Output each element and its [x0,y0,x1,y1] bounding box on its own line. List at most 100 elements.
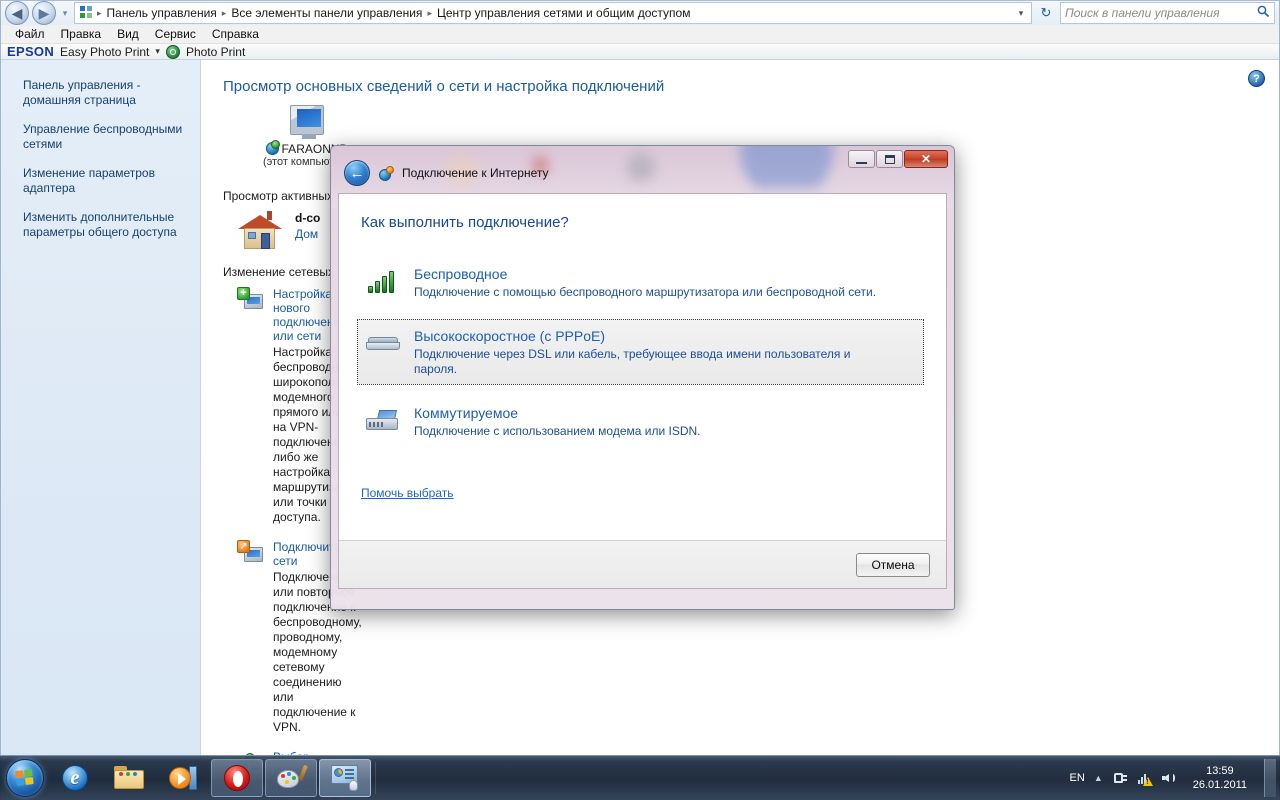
taskbar-button-internet-explorer[interactable] [49,759,101,797]
wireless-signal-icon [366,265,400,297]
menu-view[interactable]: Вид [109,25,147,43]
dialup-modem-icon [366,404,400,436]
connection-option-wireless-title: Беспроводное [414,266,508,282]
dialog-back-button[interactable]: ← [344,160,370,186]
navigation-sidebar: Панель управления - домашняя страница Уп… [1,60,201,800]
breadcrumb-item-2[interactable]: Центр управления сетями и общим доступом [435,6,693,20]
connection-option-broadband-desc: Подключение через DSL или кабель, требую… [414,347,851,376]
start-button[interactable] [3,758,47,798]
breadcrumb: ▸ Панель управления ▸ Все элементы панел… [97,6,692,20]
windows-flag-icon [15,768,35,787]
breadcrumb-item-1[interactable]: Все элементы панели управления [229,6,424,20]
volume-icon[interactable] [1161,770,1178,786]
dialog-question: Как выполнить подключение? [361,214,569,231]
show-hidden-icons-arrow-icon[interactable]: ▲ [1094,773,1103,783]
active-network-type-link[interactable]: Дом [295,227,320,241]
system-tray: EN ▲ 13:59 26.01.2011 [1070,759,1280,797]
screen: ✕ ◀ ▶ ▾ ▸ Панель управления [0,0,1280,800]
taskbar-divider [375,762,376,794]
photo-print-icon [165,44,180,59]
window-titlebar: ✕ [1,0,1279,1]
setup-new-connection-icon: + [237,287,263,311]
titlebar-glass-blur [61,0,1119,1]
taskbar-button-network-and-sharing-center[interactable] [319,759,371,797]
address-bar[interactable]: ▸ Панель управления ▸ Все элементы панел… [74,2,1032,24]
taskbar-button-paint[interactable] [265,759,317,797]
dialog-close-button[interactable]: ✕ [904,150,948,168]
address-bar-row: ◀ ▶ ▾ ▸ Панель управления ▸ Все элементы… [1,1,1279,25]
cancel-button[interactable]: Отмена [856,552,930,577]
paint-icon [277,764,308,791]
breadcrumb-separator: ▸ [427,7,432,18]
breadcrumb-item-0[interactable]: Панель управления [105,6,219,20]
help-icon[interactable]: ? [1248,70,1265,87]
help-me-choose-link[interactable]: Помочь выбрать [361,486,454,500]
dialog-window-controls: ✕ [847,150,948,168]
menu-tools[interactable]: Сервис [147,25,204,43]
opera-icon [224,765,250,791]
breadcrumb-separator: ▸ [221,7,227,18]
search-placeholder: Поиск в панели управления [1065,6,1220,20]
back-button[interactable]: ◀ [5,1,29,25]
windows-start-orb-icon [6,759,44,797]
dialog-minimize-button[interactable] [848,150,875,168]
chevron-down-icon[interactable]: ▾ [155,46,160,57]
sidebar-item-change-advanced-sharing[interactable]: Изменить дополнительные параметры общего… [23,210,186,240]
connection-option-wireless-desc: Подключение с помощью беспроводного марш… [414,285,877,299]
menu-edit[interactable]: Правка [53,25,110,43]
connect-to-network-icon: ↗ [237,540,263,564]
connection-option-dialup-title: Коммутируемое [414,405,519,421]
easy-photo-print-button[interactable]: Easy Photo Print [60,45,149,59]
safely-remove-hardware-icon[interactable] [1112,770,1128,786]
refresh-button[interactable]: ↻ [1035,2,1057,24]
internet-connection-icon [378,165,394,181]
recent-pages-dropdown-icon[interactable]: ▾ [59,8,71,19]
clock-time: 13:59 [1206,765,1234,777]
connection-option-dialup[interactable]: Коммутируемое Подключение с использовани… [357,396,924,447]
search-icon [1257,5,1270,21]
network-globe-icon [265,140,280,155]
dialog-maximize-button[interactable] [876,150,903,168]
sidebar-item-control-panel-home[interactable]: Панель управления - домашняя страница [23,78,186,108]
home-network-icon [237,211,283,251]
connection-option-broadband-title: Высокоскоростное (с PPPoE) [414,328,606,344]
address-dropdown-icon[interactable]: ▾ [1013,8,1029,19]
breadcrumb-separator: ▸ [97,7,102,18]
active-network-name: d-co [295,211,321,225]
photo-print-button[interactable]: Photo Print [186,45,245,59]
language-indicator[interactable]: EN [1070,772,1085,784]
media-player-icon [169,765,197,791]
connection-option-dialup-desc: Подключение с использованием модема или … [414,424,701,438]
dialog-body: Как выполнить подключение? Беспроводное … [339,194,946,540]
taskbar-button-windows-media-player[interactable] [157,759,209,797]
forward-button[interactable]: ▶ [32,1,56,25]
folder-icon [114,766,144,790]
menu-bar: Файл Правка Вид Сервис Справка [1,25,1279,44]
taskbar-button-windows-explorer[interactable] [103,759,155,797]
sidebar-item-manage-wireless-networks[interactable]: Управление беспроводными сетями [23,122,186,152]
menu-help[interactable]: Справка [204,25,267,43]
clock-date: 26.01.2011 [1192,779,1247,791]
control-panel-window-icon [330,765,360,791]
page-title: Просмотр основных сведений о сети и наст… [223,78,665,95]
dialog-panel: Как выполнить подключение? Беспроводное … [338,193,947,589]
connection-option-wireless[interactable]: Беспроводное Подключение с помощью беспр… [357,257,924,308]
clock[interactable]: 13:59 26.01.2011 [1187,764,1253,792]
dialog-title: Подключение к Интернету [402,166,549,180]
computer-icon [289,105,324,139]
menu-file[interactable]: Файл [7,25,53,43]
taskbar-button-opera[interactable] [211,759,263,797]
taskbar: EN ▲ 13:59 26.01.2011 [0,755,1280,800]
show-desktop-button[interactable] [1264,759,1276,797]
sidebar-item-change-adapter-settings[interactable]: Изменение параметров адаптера [23,166,186,196]
epson-toolbar: EPSON Easy Photo Print ▾ Photo Print [1,44,1279,60]
epson-logo: EPSON [7,44,55,59]
internet-explorer-icon [62,765,88,791]
broadband-modem-icon [366,327,400,359]
control-panel-icon [79,5,95,21]
connection-option-broadband-pppoe[interactable]: Высокоскоростное (с PPPoE) Подключение ч… [357,319,924,385]
connect-to-internet-dialog: ✕ ← Подключение к Интернету Как выполнит… [330,145,955,610]
dialog-footer: Отмена [339,540,946,588]
search-box[interactable]: Поиск в панели управления [1060,2,1275,24]
network-status-icon[interactable] [1137,770,1153,786]
